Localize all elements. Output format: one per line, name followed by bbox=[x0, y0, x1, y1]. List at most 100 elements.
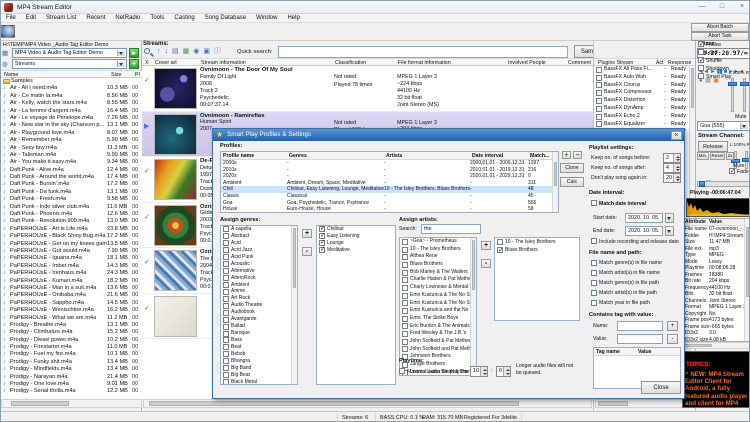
artist-item[interactable]: 10 - The Isley Brothers bbox=[400, 246, 476, 254]
playtime-seconds-spinner[interactable]: 0 bbox=[496, 366, 511, 377]
plugin-row[interactable]: BassFX Chorus - Ready bbox=[594, 82, 696, 90]
plugin-row[interactable]: BassFX Distortion - Ready bbox=[594, 97, 696, 105]
profiles-vscrollbar[interactable] bbox=[552, 152, 558, 212]
selected-genre-item[interactable]: Chillout bbox=[317, 226, 395, 233]
attributes-hscrollbar[interactable] bbox=[682, 342, 750, 349]
selected-artist-item[interactable]: Blues Brothers bbox=[495, 246, 579, 254]
dialog-title-bar[interactable]: ★ Smart Play Profiles & Settings × bbox=[213, 129, 684, 141]
setting-spinner[interactable]: 20 bbox=[663, 173, 681, 183]
clone-button[interactable]: Clone bbox=[560, 163, 584, 173]
genre-checkbox[interactable] bbox=[319, 233, 325, 239]
move-down-icon[interactable]: ↓ bbox=[163, 48, 171, 55]
file-row[interactable]: ♪ Daft Punk - Burnin'.m4a 17.2 MB 00 bbox=[1, 181, 142, 188]
genre-checkbox[interactable] bbox=[223, 247, 229, 253]
genre-item[interactable]: Baroque bbox=[221, 330, 297, 337]
genre-item[interactable]: Bass bbox=[221, 337, 297, 344]
genre-item[interactable]: Black Metal bbox=[221, 379, 297, 385]
add-artist-button[interactable]: + bbox=[481, 241, 491, 250]
genre-checkbox[interactable] bbox=[223, 324, 229, 330]
artist-item[interactable]: Blues Brothers bbox=[400, 261, 476, 269]
artist-item[interactable]: Emir Kusturica & The No Smokin bbox=[400, 292, 476, 300]
artist-item[interactable]: Althea Rene bbox=[400, 253, 476, 261]
genre-checkbox[interactable] bbox=[223, 275, 229, 281]
add-genre-button[interactable]: + bbox=[302, 229, 312, 238]
file-row[interactable]: ♪ Prodigy - Mindfields.m4a 13.4 MB 00 bbox=[1, 366, 142, 373]
go-folder-button[interactable]: ▸ bbox=[129, 48, 139, 58]
remove-tag-button[interactable]: - bbox=[667, 334, 678, 344]
artist-item[interactable]: John Scofield & Pat Metheny bbox=[400, 338, 476, 346]
artist-item[interactable]: Emir Kusturica and the No Sm... bbox=[400, 307, 476, 315]
file-type-combo[interactable]: Streams bbox=[12, 59, 127, 69]
artist-search-input[interactable]: the bbox=[421, 224, 481, 234]
profile-row[interactable]: Goa Goa, Psychedelic, Trance, Psytrance … bbox=[221, 200, 558, 207]
playtime-minutes-spinner[interactable]: 10 bbox=[470, 366, 488, 377]
genre-checkbox[interactable] bbox=[223, 226, 229, 232]
plugins-hscrollbar[interactable] bbox=[595, 399, 695, 408]
file-row[interactable]: ♪ Daft Punk - Around the world.m4a 17.4 … bbox=[1, 174, 142, 181]
genre-checkbox[interactable] bbox=[223, 282, 229, 288]
genre-checkbox[interactable] bbox=[223, 344, 229, 350]
quick-search-input[interactable] bbox=[278, 46, 568, 58]
file-row[interactable]: ♪ Air - Ce matin la.m4a 8.56 MB 00 bbox=[1, 93, 142, 100]
file-row[interactable]: ♪ PaPERHOUsE - Onibaba.m4a 21.6 MB 00 bbox=[1, 292, 142, 299]
menu-item[interactable]: Stream List bbox=[41, 14, 81, 23]
move-up-icon[interactable]: ↑ bbox=[155, 48, 163, 55]
genre-checkbox[interactable] bbox=[319, 240, 325, 246]
artist-item[interactable]: Bob Marley & The Wailers bbox=[400, 269, 476, 277]
reset-button[interactable]: Reset bbox=[710, 152, 725, 160]
artist-item[interactable]: Charly Lownoise & Mental Theo bbox=[400, 284, 476, 292]
genre-item[interactable]: Anime bbox=[221, 288, 297, 295]
artist-checkbox[interactable] bbox=[402, 270, 408, 276]
genre-checkbox[interactable] bbox=[223, 351, 229, 357]
add-tag-button[interactable]: + bbox=[667, 321, 678, 331]
plugin-checkbox[interactable] bbox=[596, 82, 602, 88]
start-date-dropdown[interactable] bbox=[665, 213, 674, 223]
column-tag-name[interactable]: Tag name bbox=[594, 348, 638, 355]
volume-right-slider[interactable] bbox=[743, 78, 746, 112]
file-row[interactable]: ♪ PaPERHOUsE - Man in a suit.m4a 13.6 MB… bbox=[1, 285, 142, 292]
file-row[interactable]: ♪ PaPERHOUsE - Get on my knees gam... 13… bbox=[1, 241, 142, 248]
plugin-checkbox[interactable] bbox=[596, 106, 602, 112]
file-row[interactable]: ♪ PaPERHOUsE - What we are.m4a 11.2 MB 0… bbox=[1, 315, 142, 322]
2x-button[interactable]: 2x bbox=[726, 152, 734, 160]
menu-item[interactable]: File bbox=[1, 14, 21, 23]
file-row[interactable]: ♪ PaPERHOUsE - Irenhaus.m4a 24.3 MB 00 bbox=[1, 270, 142, 277]
artist-checkbox[interactable] bbox=[402, 262, 408, 268]
tag-name-input[interactable] bbox=[617, 321, 663, 331]
fnp-checkbox[interactable]: Match year in file path bbox=[591, 298, 681, 308]
artist-item[interactable]: Eric Burdon & The Animals bbox=[400, 323, 476, 331]
remove-profile-button[interactable]: − bbox=[573, 151, 582, 159]
file-row[interactable]: ♪ Prodigy - Breathe.m4a 13.1 MB 00 bbox=[1, 322, 142, 329]
genre-checkbox[interactable] bbox=[223, 310, 229, 316]
genre-checkbox[interactable] bbox=[223, 337, 229, 343]
genre-checkbox[interactable] bbox=[223, 372, 229, 378]
chevron-down-icon[interactable] bbox=[117, 50, 125, 56]
profile-row[interactable]: Chill Chillout, Easy Listening, Lounge, … bbox=[221, 186, 558, 193]
file-row[interactable]: ♪ Air - You make it easy.m4a 9.34 MB 00 bbox=[1, 159, 142, 166]
genre-item[interactable]: Ambient bbox=[221, 282, 297, 289]
artist-item[interactable]: ~Goa~ - Prometheus bbox=[400, 238, 476, 246]
remove-genre-button[interactable]: - bbox=[302, 247, 312, 256]
genre-checkbox[interactable] bbox=[223, 233, 229, 239]
info-icon[interactable]: ⓘ bbox=[212, 48, 223, 55]
file-row[interactable]: ♪ PaPERHOUsE - Kumari.m4a 18.2 MB 00 bbox=[1, 278, 142, 285]
menu-item[interactable]: Edit bbox=[21, 14, 41, 23]
genre-item[interactable]: Bebob bbox=[221, 351, 297, 358]
monitor-icon[interactable]: ◉ bbox=[191, 48, 201, 55]
file-row[interactable]: ♪ Daft Punk - Phoenix.m4a 12.6 MB 00 bbox=[1, 211, 142, 218]
plugin-checkbox[interactable] bbox=[596, 67, 602, 73]
artist-item[interactable]: Emo, The Strike Boys bbox=[400, 315, 476, 323]
selected-genre-item[interactable]: Easy Listening bbox=[317, 233, 395, 240]
file-row[interactable]: ♪ PaPERHOUsE - Black Shiny Bug.m4a 17.2 … bbox=[1, 233, 142, 240]
file-row[interactable]: ♪ PaPERHOUsE - Imber.m4a 14.3 MB 00 bbox=[1, 263, 142, 270]
genre-item[interactable]: Acoustic bbox=[221, 261, 297, 268]
plugin-checkbox[interactable] bbox=[596, 121, 602, 127]
file-row[interactable]: ♪ Air - All I need.m4a 10.3 MB 00 bbox=[1, 85, 142, 92]
file-row[interactable]: ♪ Prodigy - Climbatize.m4a 15.2 MB 00 bbox=[1, 329, 142, 336]
plugin-row[interactable]: BassFX All Pass Fi... - Ready bbox=[594, 66, 696, 74]
file-row[interactable]: ♪ Air - Kelly, watch the stars.m4a 8.55 … bbox=[1, 100, 142, 107]
column-profile-name[interactable]: Profile name bbox=[223, 152, 254, 160]
smartplay-profile-combo[interactable]: Goa (555) bbox=[697, 121, 750, 131]
genre-checkbox[interactable] bbox=[223, 296, 229, 302]
end-date-input[interactable]: 2020. 10. 05. bbox=[625, 226, 663, 236]
